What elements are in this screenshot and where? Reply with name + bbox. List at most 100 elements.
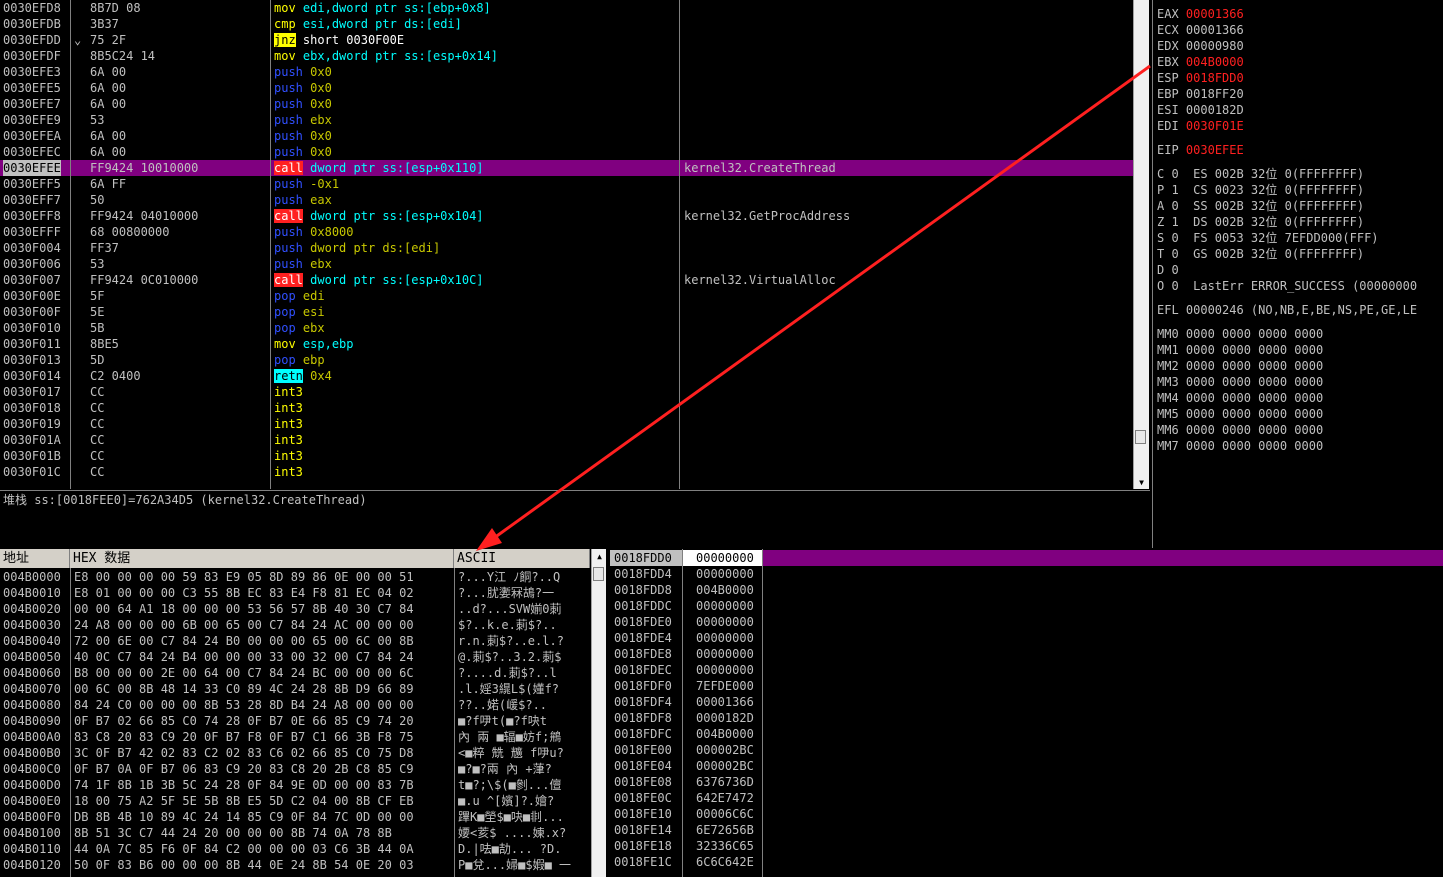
disasm-row[interactable]: 0030F017 CC int3 xyxy=(0,384,1133,400)
mmx-row[interactable]: MM1 0000 0000 0000 0000 xyxy=(1153,342,1443,358)
register-row[interactable]: ESI 0000182D xyxy=(1153,102,1443,118)
disasm-row[interactable]: 0030EFD8 8B7D 08 mov edi,dword ptr ss:[ebp… xyxy=(0,0,1133,16)
disasm-row[interactable]: 0030EFEC 6A 00 push 0x0 xyxy=(0,144,1133,160)
mmx-row[interactable]: MM3 0000 0000 0000 0000 xyxy=(1153,374,1443,390)
stack-row[interactable]: 0018FDD8 004B0000 xyxy=(610,582,1443,598)
mmx-row[interactable]: MM0 0000 0000 0000 0000 xyxy=(1153,326,1443,342)
register-row[interactable]: ECX 00001366 xyxy=(1153,22,1443,38)
disasm-row[interactable]: 0030F013 5D pop ebp xyxy=(0,352,1133,368)
stack-row[interactable]: 0018FDF0 7EFDE000 xyxy=(610,678,1443,694)
register-value[interactable]: 00001366 xyxy=(1186,7,1244,21)
disasm-row[interactable]: 0030EFEA 6A 00 push 0x0 xyxy=(0,128,1133,144)
register-value[interactable]: 0030F01E xyxy=(1186,119,1244,133)
scroll-thumb[interactable] xyxy=(593,567,604,581)
dump-row[interactable]: 004B00F0 DB 8B 4B 10 89 4C 24 14 85 C9 0F… xyxy=(0,809,590,825)
disassembly-scrollbar[interactable]: ▼ xyxy=(1133,0,1149,489)
dump-row[interactable]: 004B0020 00 00 64 A1 18 00 00 00 53 56 57… xyxy=(0,601,590,617)
register-row[interactable]: ESP 0018FDD0 xyxy=(1153,70,1443,86)
scroll-thumb[interactable] xyxy=(1135,430,1146,444)
stack-row[interactable]: 0018FDDC 00000000 xyxy=(610,598,1443,614)
dump-row[interactable]: 004B0090 0F B7 02 66 85 C0 74 28 0F B7 0E… xyxy=(0,713,590,729)
flag-row[interactable]: O 0 LastErr ERROR_SUCCESS (00000000 xyxy=(1153,278,1443,294)
dump-row[interactable]: 004B0000 E8 00 00 00 00 59 83 E9 05 8D 89… xyxy=(0,569,590,585)
disasm-row[interactable]: 0030EFDB 3B37 cmp esi,dword ptr ds:[edi] xyxy=(0,16,1133,32)
register-row[interactable]: EBP 0018FF20 xyxy=(1153,86,1443,102)
disasm-row[interactable]: 0030F007 FF9424 0C010000 call dword ptr ss… xyxy=(0,272,1133,288)
stack-row[interactable]: 0018FDF4 00001366 xyxy=(610,694,1443,710)
mmx-row[interactable]: MM7 0000 0000 0000 0000 xyxy=(1153,438,1443,454)
mmx-row[interactable]: MM4 0000 0000 0000 0000 xyxy=(1153,390,1443,406)
disasm-row[interactable]: 0030F018 CC int3 xyxy=(0,400,1133,416)
register-value[interactable]: 0000182D xyxy=(1186,103,1244,117)
stack-row[interactable]: 0018FDD0 00000000 xyxy=(610,550,1443,566)
register-value[interactable]: 00000980 xyxy=(1186,39,1244,53)
register-row[interactable]: EBX 004B0000 xyxy=(1153,54,1443,70)
disasm-row[interactable]: 0030EFF8 FF9424 04010000 call dword ptr ss… xyxy=(0,208,1133,224)
register-row[interactable]: EIP 0030EFEE xyxy=(1153,142,1443,158)
disasm-row[interactable]: 0030EFEE FF9424 10010000 call dword ptr ss… xyxy=(0,160,1133,176)
disasm-row[interactable]: 0030F014 C2 0400 retn 0x4 xyxy=(0,368,1133,384)
stack-row[interactable]: 0018FE10 00006C6C xyxy=(610,806,1443,822)
stack-row[interactable]: 0018FDD4 00000000 xyxy=(610,566,1443,582)
stack-row[interactable]: 0018FDE0 00000000 xyxy=(610,614,1443,630)
dump-row[interactable]: 004B00A0 83 C8 20 83 C9 20 0F B7 F8 0F B7… xyxy=(0,729,590,745)
flag-row[interactable]: T 0 GS 002B 32位 0(FFFFFFFF) xyxy=(1153,246,1443,262)
mmx-row[interactable]: MM5 0000 0000 0000 0000 xyxy=(1153,406,1443,422)
dump-row[interactable]: 004B0110 44 0A 7C 85 F6 0F 84 C2 00 00 00… xyxy=(0,841,590,857)
flag-row[interactable]: P 1 CS 0023 32位 0(FFFFFFFF) xyxy=(1153,182,1443,198)
disasm-row[interactable]: 0030EFE3 6A 00 push 0x0 xyxy=(0,64,1133,80)
dump-row[interactable]: 004B0060 B8 00 00 00 2E 00 64 00 C7 84 24… xyxy=(0,665,590,681)
dump-row[interactable]: 004B0010 E8 01 00 00 00 C3 55 8B EC 83 E4… xyxy=(0,585,590,601)
dump-row[interactable]: 004B0030 24 A8 00 00 00 6B 00 65 00 C7 84… xyxy=(0,617,590,633)
dump-row[interactable]: 004B00D0 74 1F 8B 1B 3B 5C 24 28 0F 84 9E… xyxy=(0,777,590,793)
disasm-row[interactable]: 0030F006 53 push ebx xyxy=(0,256,1133,272)
disassembly-pane[interactable]: 0030EFD8 8B7D 08 mov edi,dword ptr ss:[ebp… xyxy=(0,0,1133,489)
dump-row[interactable]: 004B0070 00 6C 00 8B 48 14 33 C0 89 4C 24… xyxy=(0,681,590,697)
disasm-row[interactable]: 0030EFDF 8B5C24 14 mov ebx,dword ptr ss:[e… xyxy=(0,48,1133,64)
dump-header-address[interactable]: 地址 xyxy=(0,549,70,568)
disasm-row[interactable]: 0030EFDD ⌄ 75 2F jnz short 0030F00E xyxy=(0,32,1133,48)
flag-row[interactable]: A 0 SS 002B 32位 0(FFFFFFFF) xyxy=(1153,198,1443,214)
disasm-row[interactable]: 0030F01B CC int3 xyxy=(0,448,1133,464)
stack-row[interactable]: 0018FDEC 00000000 xyxy=(610,662,1443,678)
disasm-row[interactable]: 0030EFFF 68 00800000 push 0x8000 xyxy=(0,224,1133,240)
dump-row[interactable]: 004B00E0 18 00 75 A2 5F 5E 5B 8B E5 5D C2… xyxy=(0,793,590,809)
stack-row[interactable]: 0018FE00 000002BC xyxy=(610,742,1443,758)
dump-row[interactable]: 004B00C0 0F B7 0A 0F B7 06 83 C9 20 83 C8… xyxy=(0,761,590,777)
register-value[interactable]: 0030EFEE xyxy=(1186,143,1244,157)
flag-row[interactable]: Z 1 DS 002B 32位 0(FFFFFFFF) xyxy=(1153,214,1443,230)
disasm-row[interactable]: 0030EFE7 6A 00 push 0x0 xyxy=(0,96,1133,112)
disasm-row[interactable]: 0030F010 5B pop ebx xyxy=(0,320,1133,336)
stack-row[interactable]: 0018FDE8 00000000 xyxy=(610,646,1443,662)
dump-scrollbar[interactable]: ▲ xyxy=(591,549,606,877)
dump-row[interactable]: 004B0100 8B 51 3C C7 44 24 20 00 00 00 8B… xyxy=(0,825,590,841)
register-value[interactable]: 00001366 xyxy=(1186,23,1244,37)
flag-row[interactable]: D 0 xyxy=(1153,262,1443,278)
stack-pane[interactable]: 0018FDD0 00000000 0018FDD4 00000000 0018FDD8… xyxy=(610,549,1443,877)
disasm-row[interactable]: 0030F01C CC int3 xyxy=(0,464,1133,480)
dump-row[interactable]: 004B0080 84 24 C0 00 00 00 8B 53 28 8D B4… xyxy=(0,697,590,713)
disasm-row[interactable]: 0030F01A CC int3 xyxy=(0,432,1133,448)
disasm-row[interactable]: 0030F011 8BE5 mov esp,ebp xyxy=(0,336,1133,352)
disasm-row[interactable]: 0030F004 FF37 push dword ptr ds:[edi] xyxy=(0,240,1133,256)
dump-row[interactable]: 004B0120 50 0F 83 B6 00 00 00 8B 44 0E 24… xyxy=(0,857,590,873)
stack-row[interactable]: 0018FDFC 004B0000 xyxy=(610,726,1443,742)
register-value[interactable]: 004B0000 xyxy=(1186,55,1244,69)
dump-row[interactable]: 004B0050 40 0C C7 84 24 B4 00 00 00 33 00… xyxy=(0,649,590,665)
dump-row[interactable]: 004B0040 72 00 6E 00 C7 84 24 B0 00 00 00… xyxy=(0,633,590,649)
flag-row[interactable]: C 0 ES 002B 32位 0(FFFFFFFF) xyxy=(1153,166,1443,182)
register-row[interactable]: EAX 00001366 xyxy=(1153,6,1443,22)
dump-header-hex[interactable]: HEX 数据 xyxy=(70,549,454,568)
scroll-down-arrow-icon[interactable]: ▼ xyxy=(1134,477,1149,489)
register-value[interactable]: 0018FF20 xyxy=(1186,87,1244,101)
disasm-row[interactable]: 0030F00E 5F pop edi xyxy=(0,288,1133,304)
disasm-row[interactable]: 0030F019 CC int3 xyxy=(0,416,1133,432)
dump-header-ascii[interactable]: ASCII xyxy=(454,549,590,568)
disasm-row[interactable]: 0030EFF5 6A FF push -0x1 xyxy=(0,176,1133,192)
scroll-up-arrow-icon[interactable]: ▲ xyxy=(592,551,606,563)
stack-row[interactable]: 0018FDF8 0000182D xyxy=(610,710,1443,726)
register-row[interactable]: EDX 00000980 xyxy=(1153,38,1443,54)
mmx-row[interactable]: MM2 0000 0000 0000 0000 xyxy=(1153,358,1443,374)
disasm-row[interactable]: 0030EFE9 53 push ebx xyxy=(0,112,1133,128)
stack-row[interactable]: 0018FE14 6E72656B xyxy=(610,822,1443,838)
